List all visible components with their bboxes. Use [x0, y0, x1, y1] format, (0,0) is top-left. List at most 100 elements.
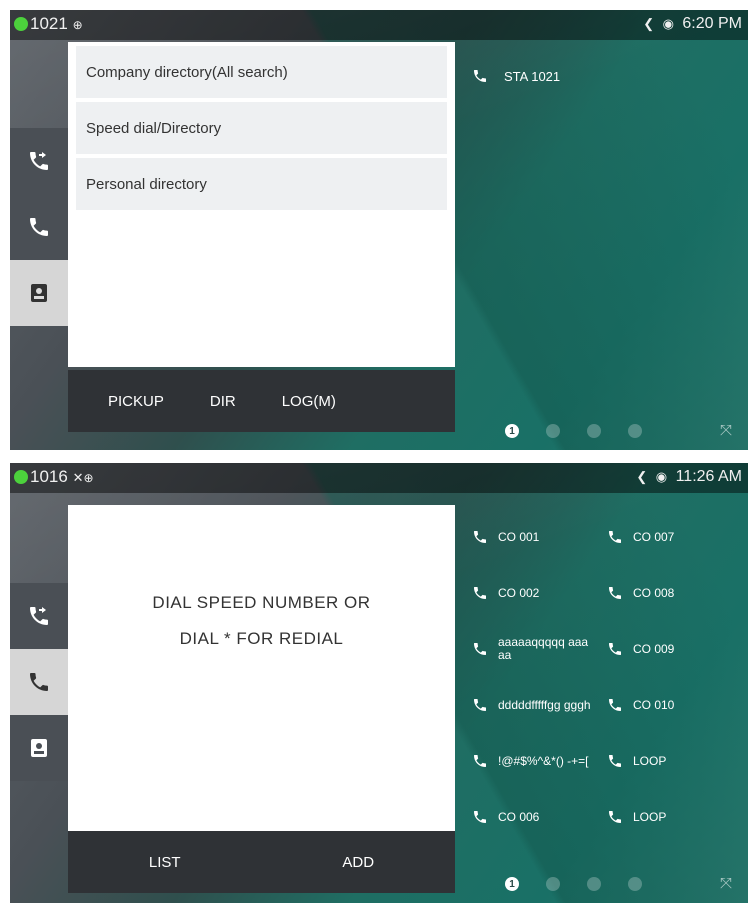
- phone-screen-speed-dial: 1016 ✕⊕ ❮ ◉ 11:26 AM DIAL SPEED NUMBER O…: [10, 463, 748, 903]
- line-key-row: CO 001 CO 007: [472, 509, 742, 565]
- expand-icon[interactable]: ⤧: [720, 875, 738, 893]
- sidebar: [10, 583, 68, 781]
- directory-popup: Company directory(All search) Speed dial…: [68, 42, 455, 367]
- softkey-list[interactable]: LIST: [68, 854, 262, 871]
- softkey-bar: PICKUP DIR LOG(M): [68, 370, 455, 432]
- network-icon: ❮: [636, 469, 648, 484]
- extension-number: 1021 ⊕: [30, 14, 83, 33]
- line-key-label: CO 001: [498, 529, 540, 544]
- line-key-row: CO 006 LOOP: [472, 789, 742, 845]
- line-key-label: CO 002: [498, 585, 540, 600]
- page-dot[interactable]: [587, 424, 601, 438]
- line-key[interactable]: CO 010: [607, 697, 742, 713]
- phone-icon: [474, 587, 486, 599]
- line-key[interactable]: CO 009: [607, 641, 742, 657]
- online-status-icon: [14, 17, 28, 31]
- menu-item-personal-directory[interactable]: Personal directory: [76, 158, 447, 210]
- call-forward-icon: [30, 607, 48, 625]
- status-bar: 1021 ⊕ ❮ ◉ 6:20 PM: [10, 10, 748, 40]
- line-key[interactable]: aaaaaqqqqq aaaaa: [472, 636, 607, 662]
- line-key-row: CO 002 CO 008: [472, 565, 742, 621]
- phone-icon: [30, 218, 48, 236]
- settings-icon: ⊕: [72, 18, 83, 32]
- speed-dial-popup: DIAL SPEED NUMBER OR DIAL * FOR REDIAL: [68, 505, 455, 831]
- call-forward-button[interactable]: [10, 583, 68, 649]
- phone-icon: [609, 531, 621, 543]
- line-key-grid: CO 001 CO 007 CO 002 CO 008 aaaaaqqqqq a…: [472, 509, 742, 845]
- contacts-button[interactable]: [10, 715, 68, 781]
- line-key-label: LOOP: [633, 753, 667, 768]
- call-forward-button[interactable]: [10, 128, 68, 194]
- line-key-label: aaaaaqqqqq aaaaa: [498, 635, 589, 662]
- line-key-label: CO 007: [633, 529, 675, 544]
- softkey-add[interactable]: ADD: [262, 854, 456, 871]
- page-dot[interactable]: [546, 424, 560, 438]
- phone-icon: [474, 70, 486, 82]
- message-line-1: DIAL SPEED NUMBER OR: [152, 593, 371, 612]
- line-key-label: CO 006: [498, 809, 540, 824]
- line-key-row: dddddfffffgg gggh CO 010: [472, 677, 742, 733]
- line-key[interactable]: CO 006: [472, 809, 607, 825]
- phone-icon: [474, 755, 486, 767]
- clock: 11:26 AM: [675, 468, 742, 485]
- menu-item-company-directory[interactable]: Company directory(All search): [76, 46, 447, 98]
- clock: 6:20 PM: [682, 15, 742, 32]
- page-dot[interactable]: [628, 877, 642, 891]
- line-key[interactable]: dddddfffffgg gggh: [472, 697, 607, 713]
- line-key[interactable]: LOOP: [607, 809, 742, 825]
- page-dot[interactable]: [587, 877, 601, 891]
- line-key[interactable]: CO 007: [607, 529, 742, 545]
- softkey-log[interactable]: LOG(M): [282, 393, 336, 410]
- contacts-icon: [31, 284, 47, 302]
- settings-icon: ⊕: [83, 471, 94, 485]
- softkey-bar: LIST ADD: [68, 831, 455, 893]
- phone-icon: [609, 643, 621, 655]
- contacts-icon: [31, 739, 47, 757]
- phone-button[interactable]: [10, 649, 68, 715]
- line-key-row: aaaaaqqqqq aaaaa CO 009: [472, 621, 742, 677]
- user-icon: ◉: [655, 469, 668, 484]
- phone-icon: [609, 587, 621, 599]
- line-key-label: STA 1021: [504, 68, 561, 84]
- softkey-pickup[interactable]: PICKUP: [108, 393, 164, 410]
- status-right: ❮ ◉ 6:20 PM: [643, 15, 742, 33]
- expand-icon[interactable]: ⤧: [720, 422, 738, 440]
- phone-icon: [30, 673, 48, 691]
- page-dot-active[interactable]: 1: [505, 877, 519, 891]
- extension-number: 1016 ✕⊕: [30, 467, 94, 486]
- user-icon: ◉: [662, 16, 674, 31]
- phone-icon: [474, 531, 486, 543]
- dnd-icon: ✕: [72, 470, 84, 485]
- page-indicator: 1: [505, 877, 642, 891]
- page-dot[interactable]: [628, 424, 642, 438]
- status-bar: 1016 ✕⊕ ❮ ◉ 11:26 AM: [10, 463, 748, 493]
- online-status-icon: [14, 470, 28, 484]
- network-icon: ❮: [643, 16, 655, 31]
- line-key-label: CO 009: [633, 641, 675, 656]
- phone-icon: [609, 755, 621, 767]
- line-key-row: !@#$%^&*() -+=[ LOOP: [472, 733, 742, 789]
- phone-screen-directory-menu: 1021 ⊕ ❮ ◉ 6:20 PM Company directory(All…: [10, 10, 748, 450]
- status-right: ❮ ◉ 11:26 AM: [636, 468, 742, 486]
- line-key-label: CO 008: [633, 585, 675, 600]
- contacts-button[interactable]: [10, 260, 68, 326]
- page-indicator: 1: [505, 424, 642, 438]
- phone-icon: [474, 699, 486, 711]
- line-key[interactable]: CO 008: [607, 585, 742, 601]
- page-dot[interactable]: [546, 877, 560, 891]
- line-key[interactable]: STA 1021: [472, 68, 560, 84]
- line-key-label: dddddfffffgg gggh: [498, 697, 591, 712]
- line-key-label: CO 010: [633, 697, 675, 712]
- line-key[interactable]: CO 001: [472, 529, 607, 545]
- phone-button[interactable]: [10, 194, 68, 260]
- line-key[interactable]: LOOP: [607, 753, 742, 769]
- sidebar: [10, 128, 68, 326]
- line-key[interactable]: CO 002: [472, 585, 607, 601]
- menu-item-speed-dial-directory[interactable]: Speed dial/Directory: [76, 102, 447, 154]
- phone-icon: [609, 811, 621, 823]
- line-key[interactable]: !@#$%^&*() -+=[: [472, 753, 607, 769]
- call-forward-icon: [30, 152, 48, 170]
- phone-icon: [609, 699, 621, 711]
- softkey-dir[interactable]: DIR: [210, 393, 236, 410]
- page-dot-active[interactable]: 1: [505, 424, 519, 438]
